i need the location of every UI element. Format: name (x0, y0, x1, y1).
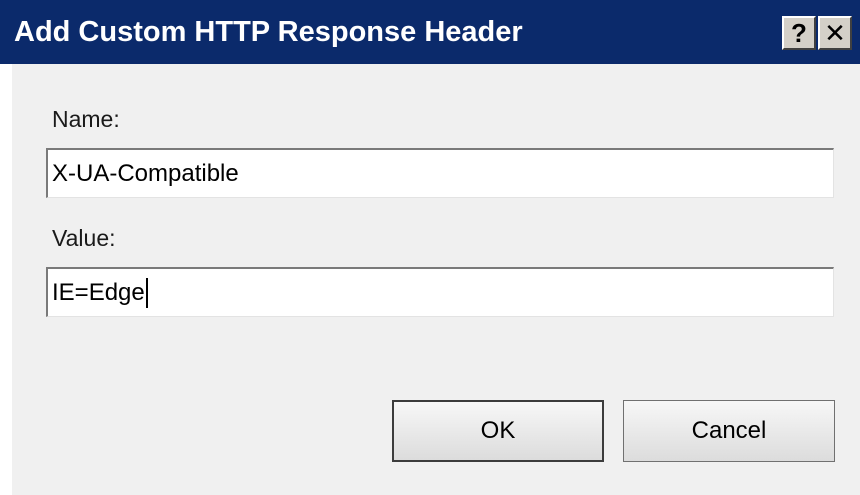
cancel-button[interactable]: Cancel (623, 400, 835, 462)
value-input[interactable]: IE=Edge (46, 267, 834, 317)
dialog-window: Add Custom HTTP Response Header ? ✕ Name… (0, 0, 860, 495)
close-button[interactable]: ✕ (818, 16, 852, 50)
dialog-body: Name: X-UA-Compatible Value: IE=Edge OK … (12, 64, 860, 495)
text-caret (145, 277, 148, 308)
question-mark-icon: ? (791, 18, 807, 48)
help-button[interactable]: ? (782, 16, 816, 50)
close-icon: ✕ (824, 18, 846, 48)
title-bar[interactable]: Add Custom HTTP Response Header ? ✕ (0, 0, 860, 64)
value-label: Value: (52, 225, 116, 251)
cancel-button-label: Cancel (691, 417, 767, 444)
value-input-value: IE=Edge (52, 278, 145, 306)
ok-button[interactable]: OK (392, 400, 604, 462)
dialog-title: Add Custom HTTP Response Header (14, 16, 523, 48)
name-input[interactable]: X-UA-Compatible (46, 148, 834, 198)
name-input-value: X-UA-Compatible (52, 159, 239, 187)
name-label: Name: (52, 106, 120, 132)
ok-button-label: OK (480, 417, 516, 444)
